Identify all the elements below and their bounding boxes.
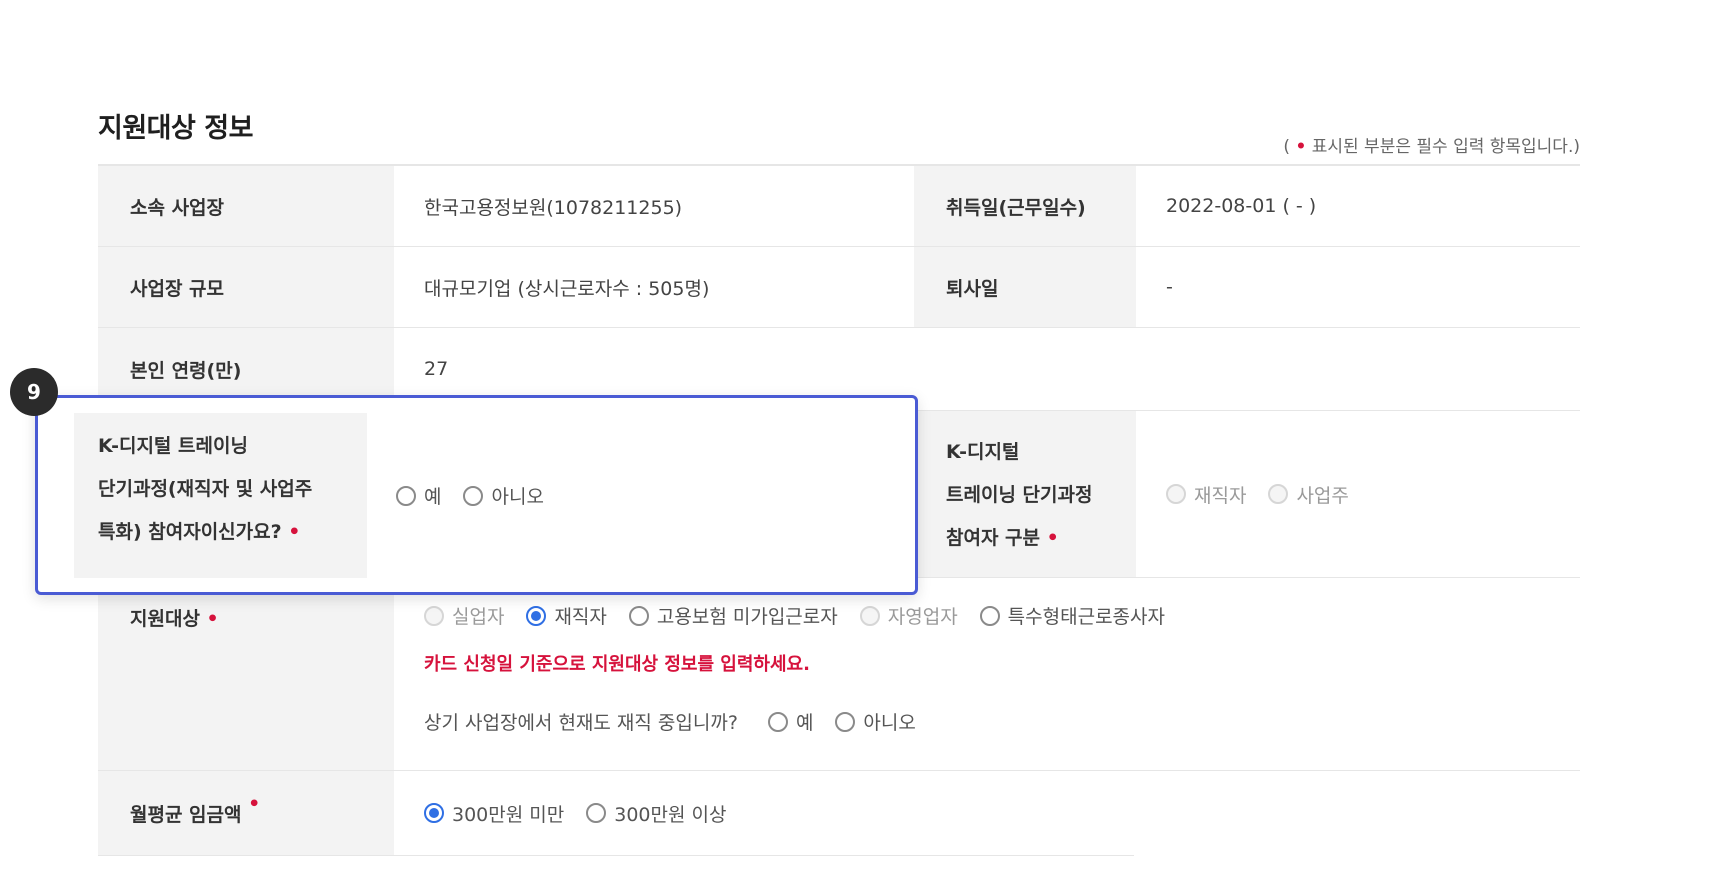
- value-workplace: 한국고용정보원(1078211255): [424, 196, 683, 219]
- label-line: 트레이닝 단기과정: [946, 484, 1093, 506]
- label-support-target: 지원대상 •: [98, 578, 394, 770]
- radio-circle: [1166, 484, 1186, 504]
- value-kdigital: 예 아니오: [396, 413, 566, 578]
- label-text: 월평균 임금액: [130, 803, 242, 826]
- radio-kdigital-yes[interactable]: 예: [396, 482, 441, 509]
- radio-self-employed[interactable]: 자영업자: [859, 602, 958, 629]
- value-resign-date: -: [1166, 276, 1173, 298]
- section-title: 지원대상 정보: [98, 113, 253, 144]
- radio-circle: [463, 485, 484, 506]
- step-badge: 9: [10, 368, 58, 416]
- required-dot: •: [1295, 137, 1307, 157]
- required-note-text: 표시된 부분은 필수 입력 항목입니다.): [1311, 137, 1580, 157]
- radio-special-worker[interactable]: 특수형태근로종사자: [979, 602, 1165, 629]
- radio-label: 실업자: [452, 606, 505, 628]
- label-kdigital-type: K-디지털 트레이닝 단기과정 참여자 구분 •: [914, 411, 1136, 577]
- highlight-callout: K-디지털 트레이닝 단기과정(재직자 및 사업주 특화) 참여자이신가요? •…: [35, 395, 918, 595]
- label-acquired-date: 취득일(근무일수): [914, 166, 1136, 246]
- label-wage: 월평균 임금액 •: [98, 771, 394, 855]
- radio-circle: [396, 485, 416, 506]
- required-dot: •: [1046, 527, 1059, 549]
- employed-question-row: 상기 사업장에서 현재도 재직 중입니까? 예 아니오: [424, 708, 938, 735]
- radio-circle: [835, 711, 856, 732]
- value-kdigital-type: 재직자 사업주: [1136, 411, 1580, 577]
- radio-label: 예: [795, 712, 814, 734]
- radio-circle: [859, 605, 880, 626]
- radio-label: 사업주: [1296, 484, 1349, 507]
- radio-unemployed[interactable]: 실업자: [424, 602, 504, 629]
- label-scale: 사업장 규모: [98, 247, 394, 327]
- required-dot: •: [248, 793, 261, 815]
- radio-circle: [628, 605, 649, 626]
- label-text: 지원대상: [130, 608, 200, 630]
- label-line-text: 특화) 참여자이신가요?: [98, 521, 282, 543]
- radio-label: 재직자: [1194, 484, 1247, 507]
- radio-label: 고용보험 미가입근로자: [656, 606, 838, 628]
- radio-employee[interactable]: 재직자: [1166, 481, 1246, 508]
- label-line: K-디지털: [946, 441, 1020, 463]
- radio-label: 아니오: [863, 712, 916, 734]
- radio-uninsured-worker[interactable]: 고용보험 미가입근로자: [628, 602, 838, 629]
- radio-employed-yes[interactable]: 예: [767, 708, 814, 735]
- radio-label: 재직자: [554, 606, 607, 628]
- radio-wage-under-300[interactable]: 300만원 미만: [424, 800, 564, 827]
- label-workplace: 소속 사업장: [98, 166, 394, 246]
- required-note: ( • 표시된 부분은 필수 입력 항목입니다.): [1283, 132, 1580, 157]
- value-wage: 300만원 미만 300만원 이상: [394, 771, 1134, 855]
- value-scale: 대규모기업 (상시근로자수 : 505명): [424, 277, 710, 300]
- radio-circle: [979, 605, 1000, 626]
- radio-circle: [767, 711, 788, 732]
- label-line: 특화) 참여자이신가요? •: [98, 511, 367, 554]
- label-resign-date: 퇴사일: [914, 247, 1136, 327]
- required-dot: •: [288, 521, 301, 543]
- radio-circle: [1268, 484, 1289, 504]
- label-line-text: 참여자 구분: [946, 527, 1041, 549]
- radio-employer[interactable]: 사업주: [1268, 481, 1349, 508]
- radio-label: 300만원 미만: [452, 803, 565, 826]
- required-dot: •: [206, 608, 219, 630]
- label-line: K-디지털 트레이닝: [98, 435, 248, 457]
- value-support-target: 실업자 재직자 고용보험 미가입근로자 자영업자 특수형태근로종사자 카드 신청…: [394, 578, 1580, 770]
- value-acquired-date: 2022-08-01 ( - ): [1166, 195, 1317, 217]
- radio-employed[interactable]: 재직자: [526, 602, 607, 629]
- radio-label: 자영업자: [887, 606, 958, 628]
- support-target-warning: 카드 신청일 기준으로 지원대상 정보를 입력하세요.: [424, 654, 810, 675]
- radio-circle: [424, 803, 444, 823]
- label-kdigital: K-디지털 트레이닝 단기과정(재직자 및 사업주 특화) 참여자이신가요? •: [74, 413, 367, 578]
- radio-circle: [424, 605, 444, 626]
- label-line: 참여자 구분 •: [946, 517, 1136, 560]
- radio-employed-no[interactable]: 아니오: [835, 708, 916, 735]
- required-note-open: (: [1283, 137, 1291, 157]
- radio-label: 예: [424, 486, 442, 508]
- radio-circle: [586, 803, 607, 823]
- radio-kdigital-no[interactable]: 아니오: [463, 482, 544, 509]
- radio-label: 300만원 이상: [614, 803, 727, 826]
- radio-circle: [526, 605, 547, 626]
- radio-label: 특수형태근로종사자: [1007, 606, 1165, 628]
- radio-wage-over-300[interactable]: 300만원 이상: [586, 800, 726, 827]
- label-line: 단기과정(재직자 및 사업주: [98, 478, 313, 500]
- radio-label: 아니오: [491, 486, 544, 508]
- table-bottom-border: [98, 855, 1134, 856]
- employed-question: 상기 사업장에서 현재도 재직 중입니까?: [424, 712, 738, 734]
- support-target-options: 실업자 재직자 고용보험 미가입근로자 자영업자 특수형태근로종사자: [424, 602, 1187, 629]
